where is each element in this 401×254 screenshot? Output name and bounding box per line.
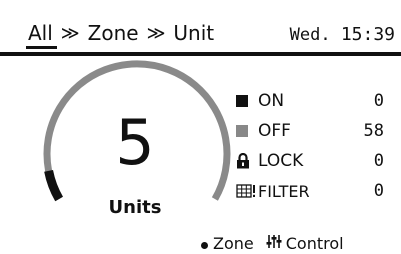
status-label: ON xyxy=(258,91,285,111)
control-label: Control xyxy=(285,234,344,253)
status-value: 0 xyxy=(373,151,384,171)
status-row-filter[interactable]: FILTER 0 xyxy=(236,176,384,206)
control-button[interactable]: Control xyxy=(266,234,344,253)
status-row-lock[interactable]: LOCK 0 xyxy=(236,146,384,176)
square-gray-icon xyxy=(236,125,258,137)
date-time: Wed. 15:39 xyxy=(290,24,395,45)
status-label: LOCK xyxy=(258,151,304,171)
status-value: 0 xyxy=(373,91,384,111)
status-value: 0 xyxy=(373,181,384,201)
zone-button[interactable]: Zone xyxy=(201,234,254,253)
status-value: 58 xyxy=(363,121,384,141)
status-legend: ON 0 OFF 58 LOCK 0 FILTER 0 xyxy=(236,86,384,206)
gauge-fill xyxy=(44,169,64,202)
lock-icon xyxy=(236,153,258,169)
status-row-off[interactable]: OFF 58 xyxy=(236,116,384,146)
zone-label: Zone xyxy=(213,234,254,253)
footer-actions: Zone Control xyxy=(201,234,344,253)
filter-alert-icon xyxy=(236,184,258,198)
square-filled-icon xyxy=(236,95,258,107)
unit-count: 5 xyxy=(115,106,155,179)
unit-count-label: Units xyxy=(108,197,162,218)
status-label: OFF xyxy=(258,121,291,141)
sliders-icon xyxy=(266,234,282,249)
day-label: Wed. xyxy=(289,25,331,45)
status-row-on[interactable]: ON 0 xyxy=(236,86,384,116)
status-label: FILTER xyxy=(258,181,310,201)
bullet-icon xyxy=(201,242,208,249)
time-label: 15:39 xyxy=(340,24,395,45)
